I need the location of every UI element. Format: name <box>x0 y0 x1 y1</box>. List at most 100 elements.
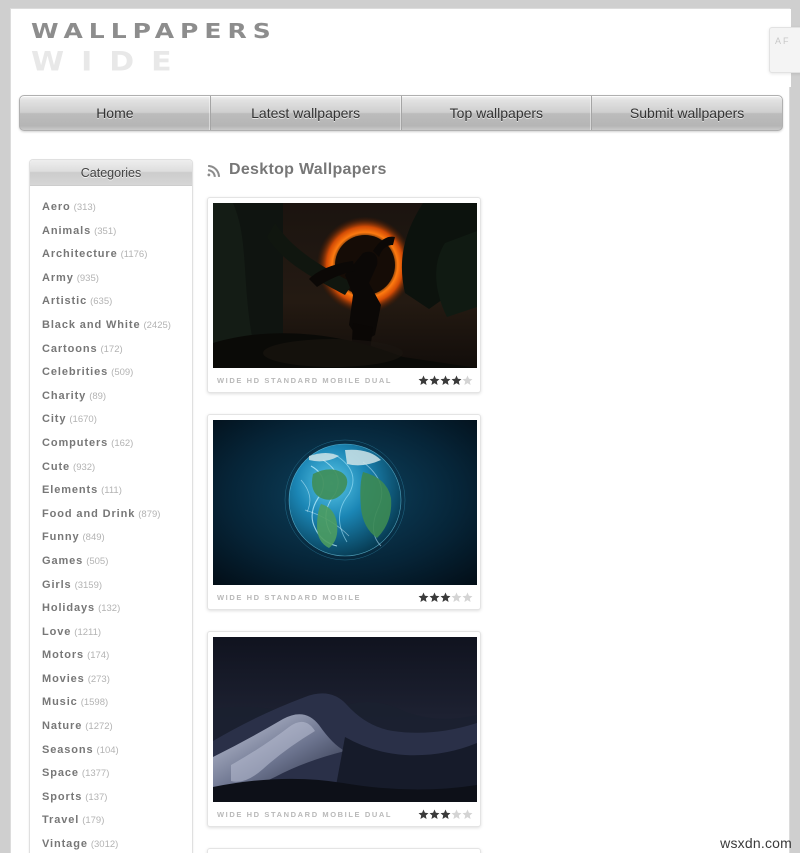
category-item[interactable]: Love (1211) <box>30 621 192 645</box>
category-item[interactable]: Cartoons (172) <box>30 338 192 362</box>
category-count: (505) <box>86 555 109 567</box>
star-filled-icon <box>429 592 440 602</box>
category-name: Artistic <box>42 295 88 308</box>
category-item[interactable]: Food and Drink (879) <box>30 503 192 527</box>
category-name: Holidays <box>42 602 96 615</box>
category-item[interactable]: Funny (849) <box>30 526 192 550</box>
category-count: (162) <box>111 437 134 449</box>
category-item[interactable]: Black and White (2425) <box>30 314 192 338</box>
category-item[interactable]: Games (505) <box>30 550 192 574</box>
category-count: (849) <box>82 532 105 544</box>
category-name: Computers <box>42 436 109 449</box>
star-filled-icon <box>440 592 451 602</box>
category-item[interactable]: Charity (89) <box>30 385 192 409</box>
category-item[interactable]: Nature (1272) <box>30 715 192 739</box>
category-item[interactable]: Computers (162) <box>30 432 192 456</box>
main-column: Desktop Wallpapers WIDE HD STANDARD MOBI… <box>207 159 777 853</box>
logo-text-wide: WIDE <box>31 46 189 78</box>
page-root: WALLPAPERS WIDE A F Home Latest wallpape… <box>0 0 800 853</box>
star-filled-icon <box>451 375 462 385</box>
category-item[interactable]: Travel (179) <box>30 809 192 833</box>
star-filled-icon <box>418 809 429 819</box>
category-name: Vintage <box>42 838 88 851</box>
category-item[interactable]: Animals (351) <box>30 220 192 244</box>
category-item[interactable]: Cute (932) <box>30 456 192 480</box>
wallpaper-thumbnail[interactable] <box>213 203 477 368</box>
main-navigation: Home Latest wallpapers Top wallpapers Su… <box>19 95 783 131</box>
star-empty-icon <box>462 592 473 602</box>
wallpaper-card[interactable]: WIDE HD STANDARD MOBILE DUAL <box>207 197 481 393</box>
category-name: Animals <box>42 224 92 237</box>
category-item[interactable]: Army (935) <box>30 267 192 291</box>
wallpaper-card[interactable]: WIDE HD STANDARD MOBILE <box>207 414 481 610</box>
category-item[interactable]: Holidays (132) <box>30 597 192 621</box>
star-filled-icon <box>418 592 429 602</box>
category-item[interactable]: Vintage (3012) <box>30 833 192 853</box>
page-title: Desktop Wallpapers <box>207 159 777 181</box>
wallpaper-card-footer: WIDE HD STANDARD MOBILE DUAL <box>213 802 475 826</box>
nav-item-latest-wallpapers[interactable]: Latest wallpapers <box>211 96 402 130</box>
rating-stars[interactable] <box>418 375 473 386</box>
category-name: Architecture <box>42 248 118 261</box>
nav-item-top-wallpapers[interactable]: Top wallpapers <box>402 96 593 130</box>
category-count: (1272) <box>85 721 113 733</box>
category-item[interactable]: Elements (111) <box>30 479 192 503</box>
logo-text-wallpapers: WALLPAPERS <box>31 19 277 44</box>
category-item[interactable]: Motors (174) <box>30 644 192 668</box>
wallpaper-card[interactable]: WIDE HD STANDARD MOBILE DUAL <box>207 631 481 827</box>
star-filled-icon <box>440 375 451 385</box>
category-name: Love <box>42 625 72 638</box>
category-item[interactable]: Girls (3159) <box>30 574 192 598</box>
category-count: (111) <box>101 485 122 497</box>
corner-widget-label: A F <box>775 36 789 46</box>
category-item[interactable]: Space (1377) <box>30 762 192 786</box>
site-logo[interactable]: WALLPAPERS WIDE <box>31 21 331 79</box>
category-item[interactable]: City (1670) <box>30 408 192 432</box>
page-title-text: Desktop Wallpapers <box>229 161 387 178</box>
watermark: wsxdn.com <box>720 835 792 851</box>
category-name: City <box>42 413 67 426</box>
star-empty-icon <box>451 809 462 819</box>
sidebar: Categories Aero (313) Animals (351) Architec… <box>29 159 193 853</box>
category-name: Black and White <box>42 318 141 331</box>
nav-item-submit-wallpapers[interactable]: Submit wallpapers <box>592 96 782 130</box>
category-name: Funny <box>42 531 80 544</box>
category-item[interactable]: Artistic (635) <box>30 290 192 314</box>
category-name: Games <box>42 554 84 567</box>
corner-widget[interactable]: A F <box>769 27 800 73</box>
category-item[interactable]: Movies (273) <box>30 668 192 692</box>
category-count: (935) <box>76 272 99 284</box>
resolution-tags: WIDE HD STANDARD MOBILE DUAL <box>217 809 393 819</box>
category-item[interactable]: Sports (137) <box>30 786 192 810</box>
rating-stars[interactable] <box>418 592 473 603</box>
rss-icon[interactable] <box>207 163 222 178</box>
category-name: Aero <box>42 201 71 213</box>
category-item[interactable]: Architecture (1176) <box>30 243 192 267</box>
category-count: (1176) <box>120 249 148 261</box>
wallpaper-card[interactable]: WIDE HD STANDARD MOBILE <box>207 848 481 853</box>
category-item[interactable]: Music (1598) <box>30 691 192 715</box>
category-name: Elements <box>42 484 99 497</box>
category-name: Food and Drink <box>42 507 136 520</box>
rating-stars[interactable] <box>418 809 473 820</box>
category-name: Army <box>42 271 74 284</box>
category-name: Seasons <box>42 743 94 756</box>
category-count: (1377) <box>81 768 110 780</box>
wallpaper-thumbnail[interactable] <box>213 420 477 585</box>
categories-list: Aero (313) Animals (351) Architecture (1176) A… <box>30 186 192 853</box>
star-empty-icon <box>462 809 473 819</box>
star-empty-icon <box>462 375 473 385</box>
site-header: WALLPAPERS WIDE A F <box>11 9 800 87</box>
category-item[interactable]: Seasons (104) <box>30 739 192 763</box>
category-item[interactable]: Celebrities (509) <box>30 361 192 385</box>
category-name: Music <box>42 696 78 709</box>
wallpaper-grid: WIDE HD STANDARD MOBILE DUAL WIDE HD STA… <box>207 197 777 853</box>
wallpaper-thumbnail[interactable] <box>213 637 477 802</box>
category-count: (273) <box>87 673 110 685</box>
category-item[interactable]: Aero (313) <box>30 196 192 220</box>
category-name: Sports <box>42 790 83 803</box>
nav-item-home[interactable]: Home <box>20 96 211 130</box>
star-filled-icon <box>418 375 429 385</box>
category-name: Cartoons <box>42 342 98 355</box>
category-count: (313) <box>73 202 96 213</box>
